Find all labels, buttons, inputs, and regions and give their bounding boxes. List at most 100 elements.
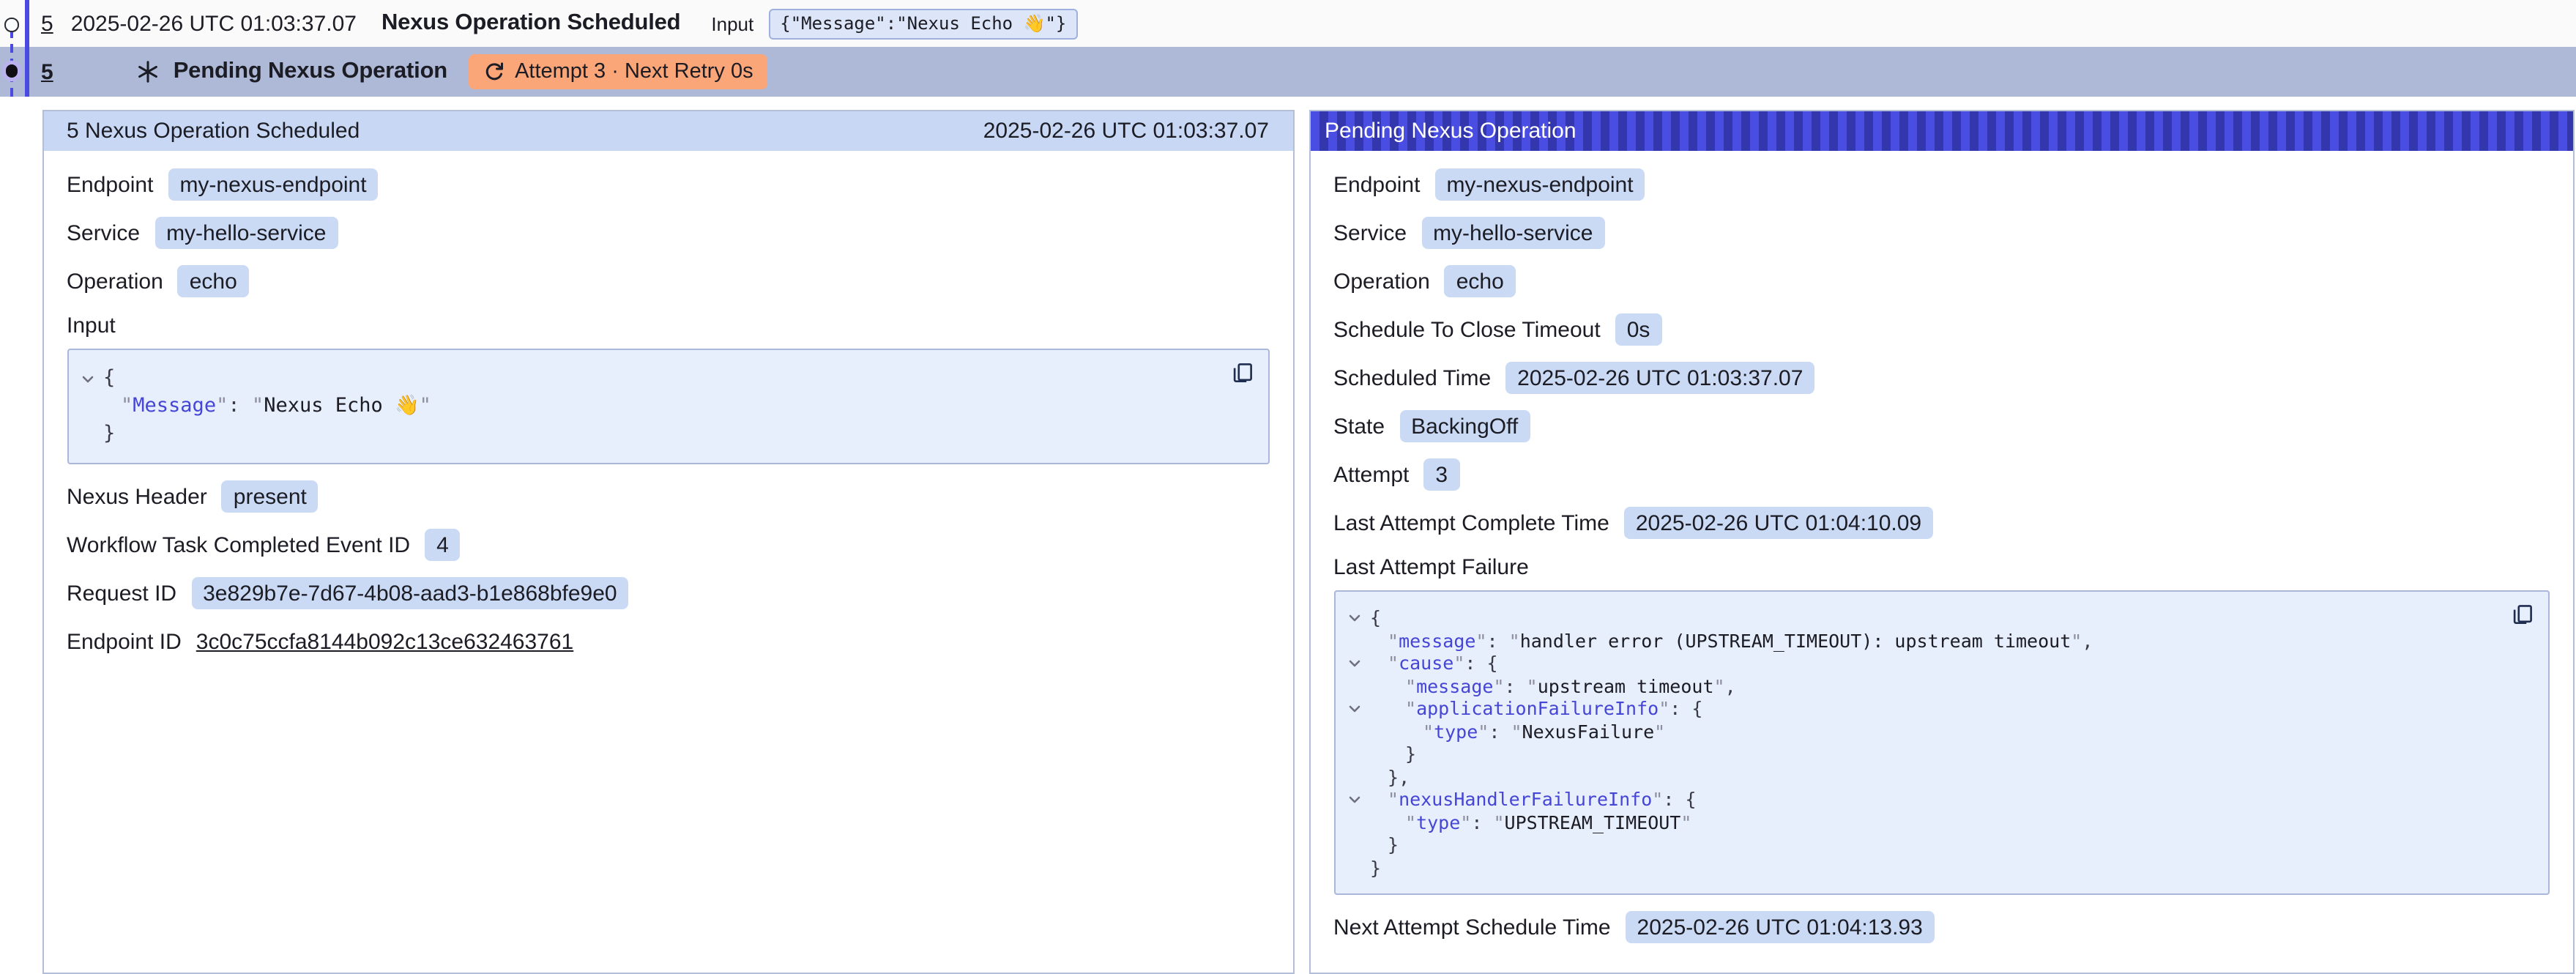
event-name: Pending Nexus Operation (174, 59, 447, 85)
scheduled-panel-timestamp: 2025-02-26 UTC 01:03:37.07 (983, 119, 1269, 144)
field-service: Service my-hello-service (1333, 217, 2549, 249)
field-value-badge: 2025-02-26 UTC 01:04:13.93 (1626, 911, 1935, 943)
pending-operation-detail-panel: Pending Nexus Operation Endpoint my-nexus… (1309, 110, 2574, 974)
field-label: Operation (67, 269, 163, 294)
field-value-link[interactable]: 3c0c75ccfa8144b092c13ce632463761 (196, 629, 573, 654)
timeline-accent-bar (24, 0, 29, 97)
json-line: }, (1347, 765, 2483, 788)
field-value-badge: 0s (1615, 313, 1662, 346)
field-label: Scheduled Time (1333, 365, 1491, 390)
field-request-id: Request ID 3e829b7e-7d67-4b08-aad3-b1e868… (67, 577, 1269, 609)
field-value-badge: 2025-02-26 UTC 01:04:10.09 (1624, 507, 1933, 539)
collapse-chevron-icon[interactable] (1347, 606, 1370, 629)
field-value-badge: my-hello-service (1421, 217, 1604, 249)
field-value-badge: 2025-02-26 UTC 01:03:37.07 (1505, 362, 1814, 394)
retry-attempt-badge: Attempt 3 · Next Retry 0s (468, 54, 768, 89)
field-value-badge: 3e829b7e-7d67-4b08-aad3-b1e868bfe9e0 (191, 577, 629, 609)
json-line: "nexusHandlerFailureInfo": { (1347, 788, 2483, 811)
field-label: Endpoint (1333, 172, 1420, 197)
pending-panel-body: Endpoint my-nexus-endpoint Service my-hello… (1310, 151, 2572, 974)
field-value-badge: my-nexus-endpoint (1434, 168, 1645, 201)
timeline-node-current-icon (5, 65, 18, 78)
event-detail-panels: 5 Nexus Operation Scheduled 2025-02-26 U… (0, 110, 2576, 974)
field-state: State BackingOff (1333, 410, 2549, 442)
event-input-preview-badge[interactable]: {"Message":"Nexus Echo 👋"} (768, 8, 1078, 39)
field-label: State (1333, 414, 1385, 439)
field-label: Nexus Header (67, 484, 207, 509)
collapse-chevron-icon[interactable] (1347, 697, 1370, 720)
field-label: Attempt (1333, 462, 1409, 487)
field-value-badge: echo (1445, 265, 1516, 297)
event-row-nexus-operation-scheduled[interactable]: 5 2025-02-26 UTC 01:03:37.07 Nexus Opera… (0, 0, 2576, 47)
copy-icon[interactable] (1231, 362, 1253, 384)
copy-icon[interactable] (2511, 603, 2533, 625)
json-line: } (1347, 833, 2483, 856)
field-endpoint-id: Endpoint ID 3c0c75ccfa8144b092c13ce632463… (67, 625, 1269, 658)
scheduled-event-detail-panel: 5 Nexus Operation Scheduled 2025-02-26 U… (42, 110, 1294, 974)
json-line: "Message": "Nexus Echo 👋" (80, 393, 1203, 420)
field-workflow-task-completed-event-id: Workflow Task Completed Event ID 4 (67, 529, 1269, 561)
retry-attempt-text: Attempt 3 · Next Retry 0s (515, 60, 753, 83)
field-last-attempt-complete-time: Last Attempt Complete Time 2025-02-26 UTC… (1333, 507, 2549, 539)
collapse-chevron-icon[interactable] (1347, 788, 1370, 811)
field-label: Operation (1333, 269, 1430, 294)
field-value-badge: my-nexus-endpoint (168, 168, 378, 201)
field-input: Input {"Message": "Nexus Echo 👋"} (67, 313, 1269, 464)
field-next-attempt-schedule-time: Next Attempt Schedule Time 2025-02-26 UTC… (1333, 911, 2549, 943)
scheduled-panel-body: Endpoint my-nexus-endpoint Service my-hello… (43, 151, 1292, 697)
field-label: Input (67, 313, 1254, 338)
field-endpoint: Endpoint my-nexus-endpoint (1333, 168, 2549, 201)
collapse-chevron-icon[interactable] (1347, 652, 1370, 674)
field-attempt: Attempt 3 (1333, 458, 2549, 491)
event-row-pending-nexus-operation[interactable]: 5 Pending Nexus Operation Attempt 3 · Ne… (0, 47, 2576, 97)
field-operation: Operation echo (1333, 265, 2549, 297)
field-value-badge: present (222, 480, 319, 513)
event-name: Nexus Operation Scheduled (381, 10, 680, 37)
event-id-link[interactable]: 5 (41, 11, 53, 36)
collapse-chevron-icon[interactable] (80, 365, 103, 393)
workflow-event-history-view: 5 2025-02-26 UTC 01:03:37.07 Nexus Opera… (0, 0, 2576, 956)
field-nexus-header: Nexus Header present (67, 480, 1269, 513)
field-scheduled-time: Scheduled Time 2025-02-26 UTC 01:03:37.07 (1333, 362, 2549, 394)
scheduled-panel-title: 5 Nexus Operation Scheduled (67, 119, 360, 144)
timeline-node-open-icon (5, 18, 19, 32)
json-line: } (80, 420, 1203, 448)
pending-panel-title: Pending Nexus Operation (1325, 119, 1577, 144)
json-viewer-input: {"Message": "Nexus Echo 👋"} (67, 349, 1269, 464)
field-label: Last Attempt Complete Time (1333, 510, 1609, 535)
event-id-link[interactable]: 5 (41, 59, 53, 84)
field-value-badge: 3 (1423, 458, 1459, 491)
scheduled-panel-header: 5 Nexus Operation Scheduled 2025-02-26 U… (43, 111, 1292, 151)
field-service: Service my-hello-service (67, 217, 1269, 249)
field-value-badge: 4 (425, 529, 461, 561)
json-line: "cause": { (1347, 652, 2483, 674)
field-value-badge: echo (178, 265, 249, 297)
field-label: Schedule To Close Timeout (1333, 317, 1601, 342)
field-label: Endpoint (67, 172, 153, 197)
field-label: Request ID (67, 581, 176, 606)
pending-asterisk-icon (137, 60, 160, 83)
event-timestamp: 2025-02-26 UTC 01:03:37.07 (71, 11, 357, 36)
json-line: "applicationFailureInfo": { (1347, 697, 2483, 720)
json-line: "type": "UPSTREAM_TIMEOUT" (1347, 811, 2483, 833)
field-value-badge: BackingOff (1399, 410, 1530, 442)
json-line: "message": "upstream timeout", (1347, 674, 2483, 697)
field-label: Endpoint ID (67, 629, 182, 654)
field-label: Service (1333, 220, 1407, 245)
field-schedule-to-close-timeout: Schedule To Close Timeout 0s (1333, 313, 2549, 346)
field-value-badge: my-hello-service (155, 217, 338, 249)
field-label: Next Attempt Schedule Time (1333, 915, 1611, 940)
json-line: } (1347, 856, 2483, 879)
event-input-label: Input (711, 12, 753, 34)
field-last-attempt-failure: Last Attempt Failure {"message": "handler… (1333, 555, 2549, 895)
json-line: { (1347, 606, 2483, 629)
json-line: "type": "NexusFailure" (1347, 720, 2483, 743)
field-endpoint: Endpoint my-nexus-endpoint (67, 168, 1269, 201)
field-label: Service (67, 220, 140, 245)
field-label: Workflow Task Completed Event ID (67, 532, 410, 557)
pending-panel-header: Pending Nexus Operation (1310, 111, 2572, 151)
field-label: Last Attempt Failure (1333, 555, 2534, 580)
json-line: "message": "handler error (UPSTREAM_TIME… (1347, 629, 2483, 652)
timeline-dashed-connector (10, 29, 12, 97)
field-operation: Operation echo (67, 265, 1269, 297)
